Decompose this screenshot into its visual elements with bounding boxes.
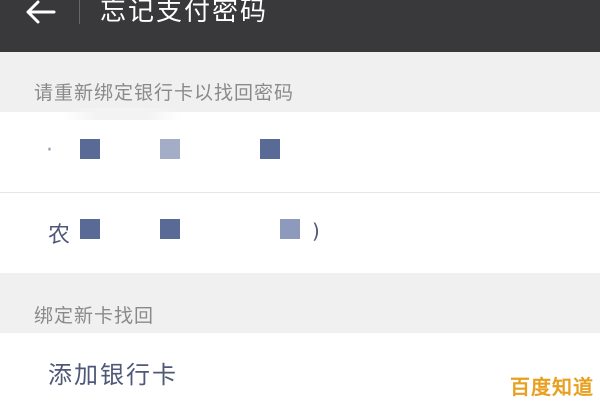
bank-card-2-suffix: ): [312, 219, 320, 243]
masked-block: [260, 139, 280, 159]
topbar-divider: [79, 0, 80, 24]
bank-card-row-2[interactable]: 农 ): [0, 193, 600, 273]
section-newcard-label: 绑定新卡找回: [34, 305, 155, 327]
top-bar: 忘记支付密码: [0, 0, 600, 52]
row-top-fade: [62, 108, 182, 120]
masked-block: [80, 139, 100, 159]
bank-card-2-prefix: 农: [48, 223, 71, 248]
masked-block: [280, 219, 300, 239]
section-newcard-header: 绑定新卡找回: [0, 273, 600, 333]
page-title: 忘记支付密码: [100, 0, 269, 27]
section-rebind-label: 请重新绑定银行卡以找回密码: [34, 82, 295, 104]
masked-block: [80, 219, 100, 239]
masked-block: [160, 219, 180, 239]
section-rebind-header: 请重新绑定银行卡以找回密码: [0, 52, 600, 112]
back-arrow-icon[interactable]: [20, 0, 60, 26]
bank-card-1-prefix: ·: [46, 138, 53, 163]
add-bank-card-button[interactable]: 添加银行卡: [48, 355, 178, 390]
bank-card-row-1[interactable]: ·: [0, 112, 600, 192]
masked-block: [160, 139, 180, 159]
watermark-logo: 百度知道: [510, 375, 594, 399]
